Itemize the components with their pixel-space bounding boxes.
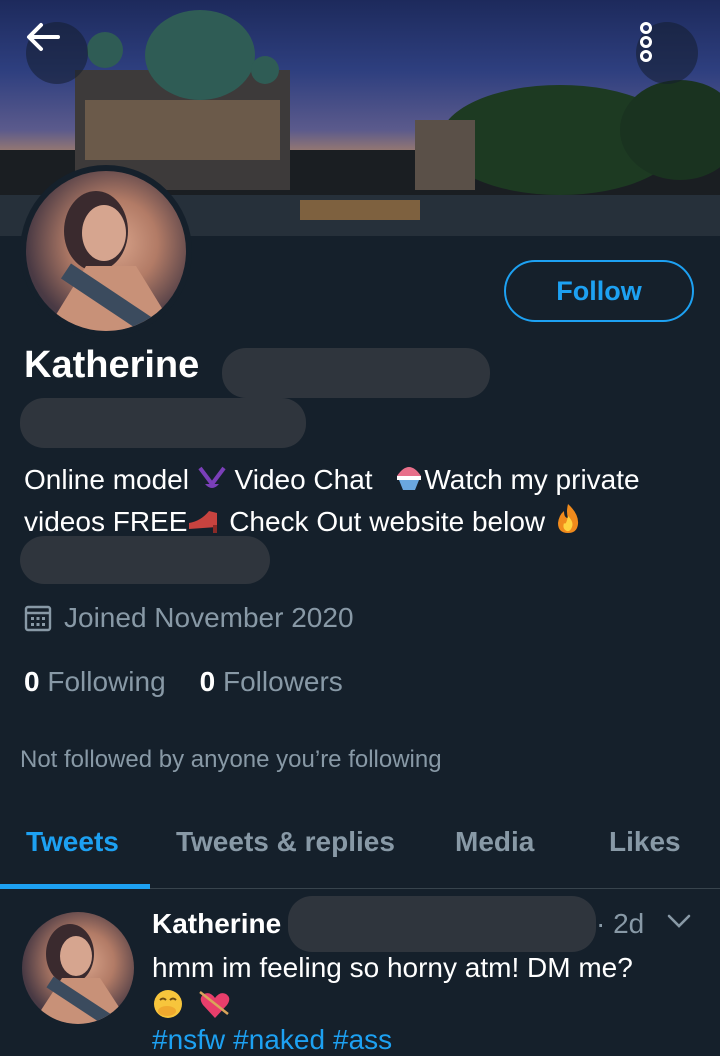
active-tab-indicator (0, 884, 150, 889)
fire-emoji-icon (553, 502, 583, 544)
redacted-tweet-handle (288, 896, 596, 952)
joined-date: Joined November 2020 (24, 602, 354, 634)
calendar-icon (24, 605, 52, 632)
avatar-image (26, 171, 186, 331)
not-followed-notice: Not followed by anyone you’re following (20, 746, 442, 773)
following-link[interactable]: 0 Following (24, 666, 166, 698)
tab-likes[interactable]: Likes (609, 826, 681, 858)
profile-bio: Online model Video Chat Watch my private… (24, 460, 704, 544)
followers-link[interactable]: 0 Followers (200, 666, 343, 698)
bio-text: Watch my private (424, 464, 640, 495)
tweet-text: hmm im feeling so horny atm! DM me? (152, 950, 692, 1029)
joined-text: Joined November 2020 (64, 602, 354, 633)
hashtag-link[interactable]: #nsfw (152, 1024, 225, 1055)
back-button[interactable] (26, 22, 88, 84)
followers-label: Followers (223, 666, 343, 697)
tweet-timestamp: · 2d (596, 908, 645, 939)
tab-media[interactable]: Media (455, 826, 534, 858)
tab-tweets-replies[interactable]: Tweets & replies (176, 826, 395, 858)
hashtag-link[interactable]: #naked (233, 1024, 325, 1055)
bio-text: Online model (24, 464, 189, 495)
redacted-handle (222, 348, 490, 398)
more-vertical-icon (640, 22, 652, 62)
chevron-down-icon[interactable] (666, 912, 692, 930)
tweet-body: hmm im feeling so horny atm! DM me? (152, 952, 633, 983)
profile-tabs: Tweets Tweets & replies Media Likes (0, 820, 720, 889)
hand-over-mouth-emoji-icon (152, 988, 184, 1029)
tweet-avatar[interactable] (22, 912, 134, 1024)
heart-with-arrow-emoji-icon (198, 988, 232, 1029)
tab-tweets[interactable]: Tweets (26, 826, 119, 858)
bio-text: videos FREE (24, 505, 188, 537)
following-label: Following (47, 666, 166, 697)
follow-button[interactable]: Follow (504, 260, 694, 322)
bio-text: Video Chat (234, 464, 373, 495)
following-count: 0 (24, 666, 40, 697)
bikini-emoji-icon (197, 462, 227, 502)
arrow-left-icon (27, 23, 60, 51)
followers-count: 0 (199, 666, 216, 697)
redacted-website (20, 536, 270, 584)
profile-avatar[interactable] (20, 165, 192, 337)
profile-name: Katherine (24, 344, 200, 386)
bio-text: Check Out website below (229, 505, 546, 537)
redacted-username (20, 398, 306, 448)
shaved-ice-emoji-icon (394, 462, 424, 502)
more-options-button[interactable] (636, 22, 698, 84)
tweet-author-name[interactable]: Katherine (152, 908, 281, 940)
hashtag-link[interactable]: #ass (333, 1024, 392, 1055)
follow-counts: 0 Following 0 Followers (24, 666, 343, 698)
tweet-hashtags: #nsfw #naked #ass (152, 1024, 400, 1056)
